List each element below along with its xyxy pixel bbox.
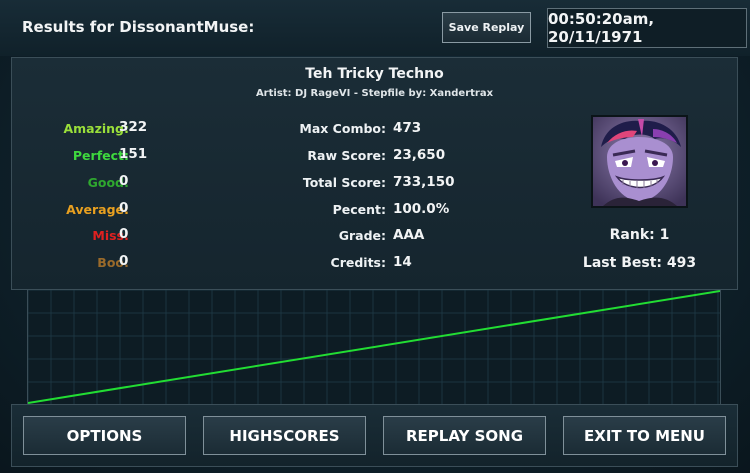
judgement-value-average: 0 [119, 200, 129, 216]
stat-label-total-score: Total Score: [302, 175, 386, 190]
stat-value-grade: AAA [393, 227, 425, 243]
judgement-label-amazing: Amazing: [63, 121, 129, 136]
score-progress-line [28, 290, 720, 404]
grinning-pony-avatar-icon [593, 117, 686, 206]
exit-to-menu-button[interactable]: EXIT TO MENU [563, 416, 726, 455]
stat-value-credits: 14 [393, 254, 412, 270]
stat-label-credits: Credits: [330, 255, 386, 270]
results-panel: Teh Tricky Techno Artist: DJ RageVI - St… [11, 57, 738, 290]
bottom-button-bar: OPTIONS HIGHSCORES REPLAY SONG EXIT TO M… [11, 404, 738, 467]
stat-label-percent: Pecent: [332, 202, 386, 217]
results-screen: Results for DissonantMuse: Save Replay 0… [0, 0, 750, 473]
results-title: Results for DissonantMuse: [22, 18, 255, 36]
options-button[interactable]: OPTIONS [23, 416, 186, 455]
judgement-label-good: Good: [87, 175, 129, 190]
stat-value-total-score: 733,150 [393, 174, 455, 190]
rank-text: Rank: 1 [609, 227, 670, 243]
score-graph [27, 290, 721, 404]
judgement-value-perfect: 151 [119, 146, 148, 162]
header-bar: Results for DissonantMuse: Save Replay 0… [0, 0, 750, 56]
song-title: Teh Tricky Techno [305, 66, 444, 82]
timestamp: 00:50:20am, 20/11/1971 [547, 8, 747, 48]
judgement-label-boo: Boo: [97, 255, 129, 270]
judgement-label-average: Average: [66, 202, 129, 217]
judgement-value-boo: 0 [119, 253, 129, 269]
save-replay-button[interactable]: Save Replay [442, 12, 531, 43]
judgement-value-good: 0 [119, 173, 129, 189]
stat-value-percent: 100.0% [393, 201, 450, 217]
highscores-button[interactable]: HIGHSCORES [203, 416, 366, 455]
stat-label-raw-score: Raw Score: [307, 148, 386, 163]
judgement-value-amazing: 322 [119, 119, 148, 135]
judgement-label-perfect: Perfect: [72, 148, 129, 163]
judgement-value-miss: 0 [119, 226, 129, 242]
player-avatar [591, 115, 688, 208]
stat-value-max-combo: 473 [393, 120, 422, 136]
last-best-text: Last Best: 493 [582, 255, 697, 271]
stat-label-max-combo: Max Combo: [299, 121, 386, 136]
stat-label-grade: Grade: [338, 228, 386, 243]
replay-song-button[interactable]: REPLAY SONG [383, 416, 546, 455]
score-progress-line-graph [28, 290, 720, 404]
song-credits: Artist: DJ RageVI - Stepfile by: Xandert… [255, 88, 494, 99]
stat-value-raw-score: 23,650 [393, 147, 446, 163]
judgement-label-miss: Miss: [92, 228, 129, 243]
